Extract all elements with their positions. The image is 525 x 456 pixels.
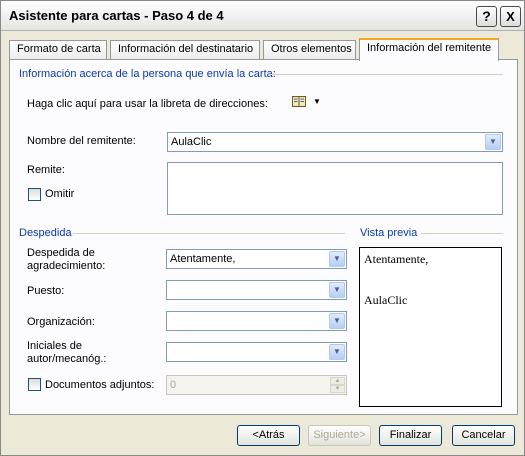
sender-name-label: Nombre del remitente: <box>27 135 136 147</box>
tab-sender-info[interactable]: Información del remitente <box>359 38 499 61</box>
preview-heading: Vista previa <box>360 227 418 239</box>
return-address-textarea[interactable] <box>167 162 503 215</box>
initials-label-line2: autor/mecanóg.: <box>27 353 107 365</box>
spin-up-icon[interactable]: ▲ <box>330 377 345 385</box>
preview-closing: Atentamente, <box>364 252 429 266</box>
chevron-down-icon[interactable]: ▼ <box>329 344 345 360</box>
address-book-icon[interactable] <box>292 96 306 107</box>
return-address-label: Remite: <box>27 164 65 176</box>
initials-combo[interactable]: ▼ <box>166 342 347 362</box>
preview-name: AulaClic <box>364 293 408 307</box>
spin-down-icon[interactable]: ▼ <box>330 385 345 393</box>
closing-value: Atentamente, <box>170 253 236 265</box>
enclosures-checkbox[interactable] <box>28 378 41 391</box>
closing-label-line1: Despedida de <box>27 247 95 259</box>
chevron-down-icon[interactable]: ▼ <box>329 251 345 267</box>
tab-other-elements[interactable]: Otros elementos <box>263 40 356 60</box>
closing-combo[interactable]: Atentamente, ▼ <box>166 249 347 269</box>
job-title-combo[interactable]: ▼ <box>166 280 347 300</box>
chevron-down-icon[interactable]: ▼ <box>485 134 501 150</box>
help-button[interactable]: ? <box>476 6 497 27</box>
letter-wizard-dialog: Asistente para cartas - Paso 4 de 4 ? X … <box>0 0 525 456</box>
enclosures-value: 0 <box>170 379 177 391</box>
section-divider <box>421 233 503 234</box>
next-button[interactable]: Siguiente> <box>308 425 371 446</box>
window-title: Asistente para cartas - Paso 4 de 4 <box>9 8 224 23</box>
omit-checkbox[interactable] <box>28 188 41 201</box>
enclosures-label: Documentos adjuntos: <box>45 379 155 391</box>
enclosures-spinner[interactable]: 0 ▲ ▼ <box>166 375 347 395</box>
company-combo[interactable]: ▼ <box>166 311 347 331</box>
title-bar[interactable]: Asistente para cartas - Paso 4 de 4 ? X <box>1 1 524 31</box>
closing-label-line2: agradecimiento: <box>27 260 106 272</box>
chevron-down-icon[interactable]: ▼ <box>329 282 345 298</box>
address-book-label: Haga clic aquí para usar la libreta de d… <box>27 98 268 110</box>
preview-box: Atentamente, AulaClic <box>359 247 502 407</box>
omit-label: Omitir <box>45 188 75 200</box>
tab-recipient-info[interactable]: Información del destinatario <box>110 40 260 60</box>
job-title-label: Puesto: <box>27 285 65 297</box>
close-button[interactable]: X <box>500 6 521 27</box>
initials-label-line1: Iniciales de <box>27 340 83 352</box>
back-button[interactable]: <Atrás <box>237 425 300 446</box>
address-book-dropdown-icon[interactable]: ▼ <box>313 97 321 106</box>
cancel-button[interactable]: Cancelar <box>452 425 515 446</box>
section-divider <box>73 233 345 234</box>
chevron-down-icon[interactable]: ▼ <box>329 313 345 329</box>
closing-section-heading: Despedida <box>19 227 72 239</box>
finish-button[interactable]: Finalizar <box>379 425 442 446</box>
sender-name-value: AulaClic <box>171 136 212 148</box>
sender-name-combo[interactable]: AulaClic ▼ <box>167 132 503 152</box>
section-divider <box>269 74 503 75</box>
sender-section-heading: Información acerca de la persona que env… <box>19 68 276 80</box>
tab-letter-format[interactable]: Formato de carta <box>9 40 107 60</box>
company-label: Organización: <box>27 316 95 328</box>
